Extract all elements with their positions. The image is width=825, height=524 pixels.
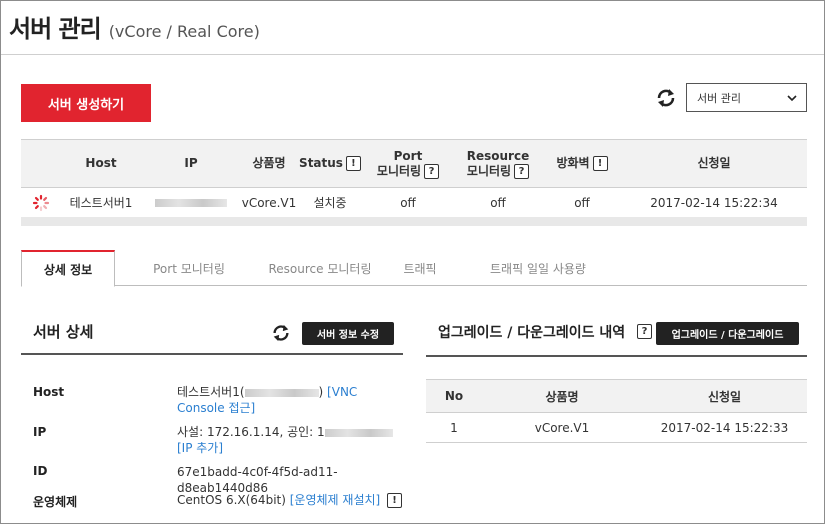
col-product: 상품명 bbox=[545, 389, 579, 404]
info-icon[interactable]: ! bbox=[387, 493, 403, 508]
detail-value-host: 테스트서버1() [VNC Console 접근] bbox=[177, 384, 397, 416]
col-select bbox=[21, 140, 61, 188]
title-row: 서버 관리 (vCore / Real Core) bbox=[9, 9, 260, 44]
masked-host bbox=[244, 388, 319, 397]
col-host: Host bbox=[85, 156, 117, 170]
help-icon[interactable]: ? bbox=[424, 163, 440, 179]
server-menu-select[interactable]: 서버 관리 bbox=[686, 83, 807, 112]
host-value-suffix: ) bbox=[318, 385, 324, 399]
detail-value-ip: 사설: 172.16.1.14, 공인: 1 [IP 추가] bbox=[177, 424, 397, 456]
col-date: 신청일 bbox=[697, 156, 731, 170]
reinstall-os-link[interactable]: [운영체제 재설치] bbox=[290, 493, 380, 507]
col-firewall-label: 방화벽 bbox=[556, 156, 590, 170]
server-menu-select-value: 서버 관리 bbox=[697, 91, 741, 105]
info-icon[interactable]: ! bbox=[592, 156, 608, 171]
server-table: Host IP 상품명 Status! Port 모니터링? Resource 모니… bbox=[21, 139, 807, 218]
page-title: 서버 관리 bbox=[9, 15, 102, 43]
detail-label-host: Host bbox=[33, 385, 65, 399]
refresh-icon[interactable] bbox=[271, 323, 291, 343]
help-icon[interactable]: ? bbox=[514, 163, 530, 179]
masked-public-ip bbox=[324, 428, 393, 437]
row-ip bbox=[141, 188, 241, 218]
tab-resource-monitoring[interactable]: Resource 모니터링 bbox=[247, 250, 393, 286]
tab-port-monitoring[interactable]: Port 모니터링 bbox=[129, 250, 249, 286]
col-resource-monitoring: Resource 모니터링? bbox=[453, 140, 543, 188]
row-host: 테스트서버1 bbox=[69, 196, 133, 210]
page-subtitle: (vCore / Real Core) bbox=[108, 22, 260, 41]
upgrade-section-line bbox=[426, 355, 807, 357]
upgrade-row-product: vCore.V1 bbox=[534, 420, 590, 435]
add-ip-link[interactable]: [IP 추가] bbox=[177, 441, 223, 455]
row-resource-monitoring[interactable]: off bbox=[453, 188, 543, 218]
col-date: 신청일 bbox=[707, 389, 742, 404]
col-product: 상품명 bbox=[252, 156, 286, 170]
os-value: CentOS 6.X(64bit) bbox=[177, 493, 286, 507]
upgrade-section-title: 업그레이드 / 다운그레이드 내역 bbox=[438, 325, 626, 341]
tab-detail[interactable]: 상세 정보 bbox=[21, 250, 115, 287]
help-icon[interactable]: ? bbox=[637, 324, 652, 339]
col-ip: IP bbox=[184, 156, 198, 170]
chevron-down-icon bbox=[787, 93, 797, 103]
col-resource-label-1: Resource bbox=[466, 148, 530, 163]
col-status: Status! bbox=[297, 140, 363, 188]
tab-daily-traffic[interactable]: 트래픽 일일 사용량 bbox=[473, 250, 603, 286]
col-firewall: 방화벽! bbox=[543, 140, 621, 188]
detail-label-ip: IP bbox=[33, 425, 47, 439]
ip-value-prefix: 사설: 172.16.1.14, 공인: 1 bbox=[177, 425, 325, 439]
refresh-icon[interactable] bbox=[655, 87, 677, 109]
detail-section-line bbox=[21, 353, 403, 355]
edit-server-info-button[interactable]: 서버 정보 수정 bbox=[302, 322, 394, 345]
table-footer-strip bbox=[21, 217, 807, 226]
info-icon[interactable]: ! bbox=[345, 156, 361, 171]
upgrade-row-no: 1 bbox=[450, 420, 458, 435]
loading-spinner-icon bbox=[32, 194, 50, 212]
host-value-prefix: 테스트서버1( bbox=[177, 385, 245, 399]
upgrade-table-header: No 상품명 신청일 bbox=[426, 379, 807, 413]
tab-traffic[interactable]: 트래픽 bbox=[387, 250, 453, 286]
create-server-button[interactable]: 서버 생성하기 bbox=[21, 84, 151, 122]
masked-ip bbox=[155, 199, 227, 207]
row-date: 2017-02-14 15:22:34 bbox=[650, 195, 778, 210]
detail-tabs: 상세 정보 Port 모니터링 Resource 모니터링 트래픽 트래픽 일일… bbox=[21, 250, 807, 287]
col-resource-label-2: 모니터링 bbox=[466, 163, 512, 178]
col-no: No bbox=[444, 389, 464, 403]
upgrade-row-date: 2017-02-14 15:22:33 bbox=[660, 420, 789, 435]
server-table-header: Host IP 상품명 Status! Port 모니터링? Resource 모니… bbox=[21, 139, 807, 188]
upgrade-downgrade-button[interactable]: 업그레이드 / 다운그레이드 bbox=[656, 322, 799, 345]
upgrade-history-table: No 상품명 신청일 1 vCore.V1 2017-02-14 15:22:3… bbox=[426, 379, 807, 443]
col-port-monitoring: Port 모니터링? bbox=[363, 140, 453, 188]
table-row[interactable]: 테스트서버1 vCore.V1 설치중 off off off 2017-02-… bbox=[21, 188, 807, 218]
title-divider bbox=[1, 54, 824, 55]
row-product: vCore.V1 bbox=[241, 195, 297, 210]
detail-value-os: CentOS 6.X(64bit) [운영체제 재설치] ! bbox=[177, 492, 417, 508]
table-row: 1 vCore.V1 2017-02-14 15:22:33 bbox=[426, 413, 807, 443]
detail-label-os: 운영체제 bbox=[33, 495, 78, 509]
col-port-label-2: 모니터링 bbox=[376, 163, 422, 178]
detail-label-id: ID bbox=[33, 464, 48, 478]
row-status: 설치중 bbox=[313, 196, 347, 210]
detail-section-title: 서버 상세 bbox=[33, 323, 94, 341]
col-port-label-1: Port bbox=[393, 148, 423, 163]
col-status-label: Status bbox=[299, 156, 343, 170]
row-port-monitoring[interactable]: off bbox=[363, 188, 453, 218]
row-firewall[interactable]: off bbox=[543, 188, 621, 218]
row-status-cell bbox=[21, 188, 61, 218]
page-frame: 서버 관리 (vCore / Real Core) 서버 생성하기 서버 관리 … bbox=[0, 0, 825, 524]
